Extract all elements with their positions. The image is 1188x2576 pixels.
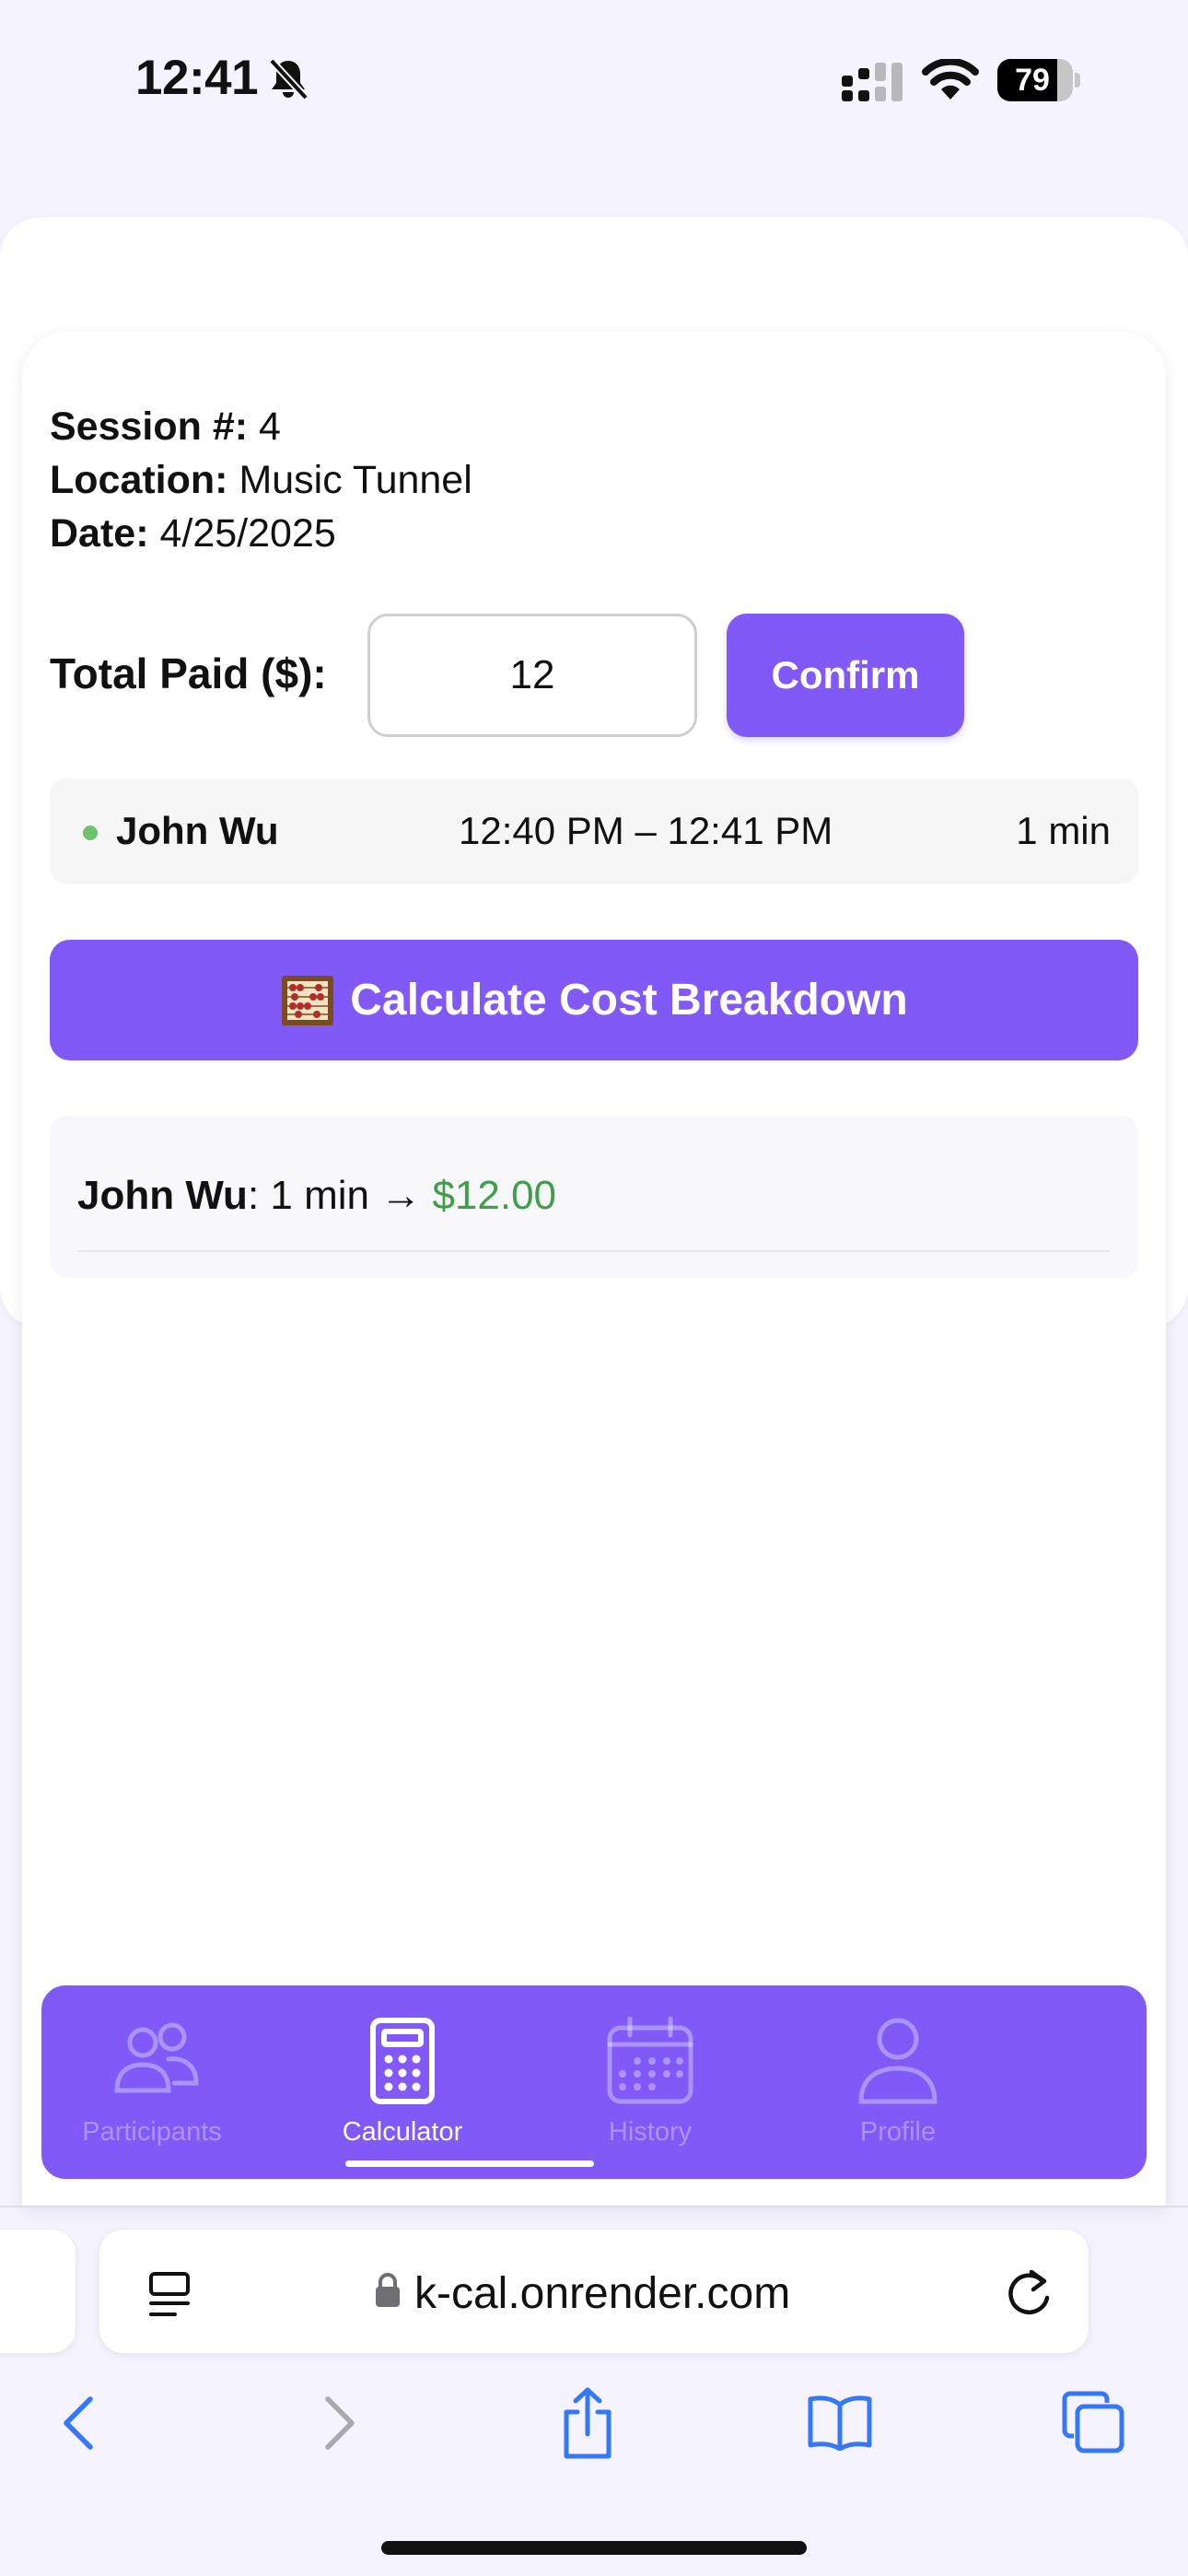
reload-icon[interactable]: [1004, 2266, 1054, 2320]
page-menu-icon[interactable]: [147, 2270, 192, 2318]
result-amount: $12.00: [432, 1173, 557, 1218]
nav-item-calculator[interactable]: Calculator: [292, 1985, 513, 2179]
session-location: Location: Music Tunnel: [50, 458, 472, 502]
nav-label-history: History: [608, 2117, 693, 2147]
status-bar: 12:41 79: [0, 0, 1188, 157]
bell-slash-icon: [269, 58, 309, 100]
calculate-button-label: Calculate Cost Breakdown: [350, 976, 908, 1025]
calendar-icon: [607, 2017, 693, 2104]
abacus-icon: [282, 975, 334, 1025]
bookmarks-icon[interactable]: [807, 2394, 873, 2451]
nav-label-participants: Participants: [82, 2117, 222, 2147]
status-time: 12:41: [135, 51, 259, 105]
url-text: k-cal.onrender.com: [414, 2269, 791, 2318]
nav-label-calculator: Calculator: [342, 2117, 463, 2147]
home-indicator: [381, 2541, 807, 2555]
participants-icon: [114, 2022, 199, 2093]
participant-row: John Wu 12:40 PM – 12:41 PM 1 min: [50, 779, 1138, 884]
session-number: Session #: 4: [50, 404, 281, 449]
active-tab-indicator: [345, 2160, 594, 2167]
forward-icon[interactable]: [320, 2395, 357, 2451]
divider: [0, 2206, 1188, 2207]
result-name: John Wu: [77, 1173, 248, 1218]
battery-percent: 79: [1015, 63, 1050, 98]
confirm-button[interactable]: Confirm: [727, 614, 964, 737]
wifi-icon: [922, 59, 979, 100]
participant-duration: 1 min: [1016, 809, 1111, 852]
cost-breakdown-card: John Wu: 1 min → $12.00: [50, 1116, 1138, 1278]
participant-time-range: 12:40 PM – 12:41 PM: [459, 809, 833, 852]
nav-item-profile[interactable]: Profile: [787, 1985, 1008, 2179]
session-date: Date: 4/25/2025: [50, 511, 336, 556]
nav-label-profile: Profile: [859, 2117, 937, 2147]
bottom-nav: Participants Calculator History Profile: [41, 1985, 1147, 2179]
total-paid-label: Total Paid ($):: [50, 650, 327, 697]
back-icon[interactable]: [61, 2395, 98, 2451]
address-bar[interactable]: k-cal.onrender.com: [99, 2230, 1089, 2353]
divider: [77, 1250, 1111, 1252]
cellular-signal-icon: [842, 63, 903, 101]
profile-icon: [858, 2018, 938, 2104]
lock-icon: [376, 2273, 400, 2307]
nav-item-history[interactable]: History: [540, 1985, 761, 2179]
total-paid-input[interactable]: [367, 614, 697, 737]
online-status-dot: [83, 825, 98, 840]
share-icon[interactable]: [559, 2386, 616, 2460]
cost-breakdown-row: John Wu: 1 min → $12.00: [77, 1173, 556, 1219]
result-detail: : 1 min →: [247, 1173, 433, 1218]
participant-name: John Wu: [116, 809, 279, 852]
previous-tab-preview[interactable]: [0, 2230, 76, 2353]
battery-icon: 79: [997, 59, 1080, 101]
tabs-icon[interactable]: [1061, 2390, 1125, 2454]
calculator-icon: [370, 2018, 435, 2104]
nav-item-participants[interactable]: Participants: [41, 1985, 262, 2179]
calculate-cost-breakdown-button[interactable]: Calculate Cost Breakdown: [50, 940, 1138, 1060]
